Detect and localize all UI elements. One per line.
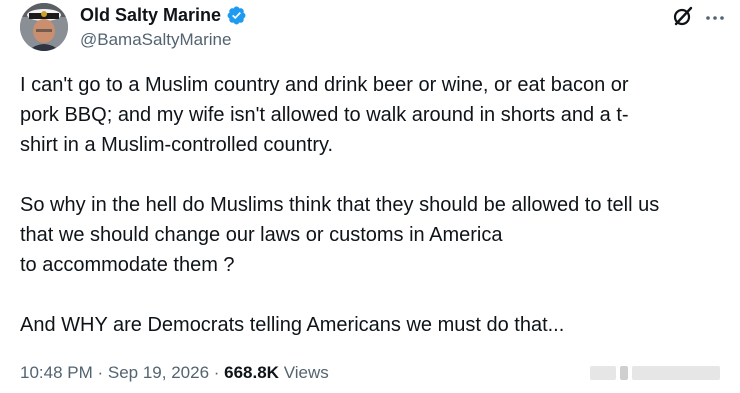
tweet-text: I can't go to a Muslim country and drink… bbox=[20, 70, 730, 340]
watermark-mark bbox=[590, 366, 616, 380]
tweet-paragraph: And WHY are Democrats telling Americans … bbox=[20, 314, 565, 336]
author-info: Old Salty Marine @BamaSaltyMarine bbox=[80, 4, 247, 51]
display-name[interactable]: Old Salty Marine bbox=[80, 4, 221, 26]
verified-badge-icon bbox=[226, 5, 247, 26]
watermark-mark bbox=[620, 366, 628, 380]
meta-separator: · bbox=[209, 363, 225, 382]
tweet-card: Old Salty Marine @BamaSaltyMarine I can'… bbox=[0, 0, 740, 393]
grok-icon[interactable] bbox=[672, 5, 694, 27]
views-label: Views bbox=[283, 363, 329, 382]
tweet-paragraph: So why in the hell do Muslims think that… bbox=[20, 194, 660, 276]
avatar-image bbox=[20, 3, 68, 51]
tweet-meta: 10:48 PM · Sep 19, 2026 · 668.8K Views bbox=[20, 362, 329, 384]
more-horizontal-icon[interactable] bbox=[705, 10, 725, 20]
tweet-paragraph: I can't go to a Muslim country and drink… bbox=[20, 74, 629, 156]
handle[interactable]: @BamaSaltyMarine bbox=[80, 29, 247, 51]
watermark bbox=[590, 362, 730, 384]
tweet-time[interactable]: 10:48 PM bbox=[20, 363, 93, 382]
display-name-row: Old Salty Marine bbox=[80, 4, 247, 26]
meta-separator: · bbox=[92, 363, 108, 382]
watermark-mark bbox=[632, 366, 720, 380]
views-count: 668.8K bbox=[224, 363, 279, 382]
tweet-date[interactable]: Sep 19, 2026 bbox=[108, 363, 209, 382]
avatar[interactable] bbox=[20, 3, 68, 51]
